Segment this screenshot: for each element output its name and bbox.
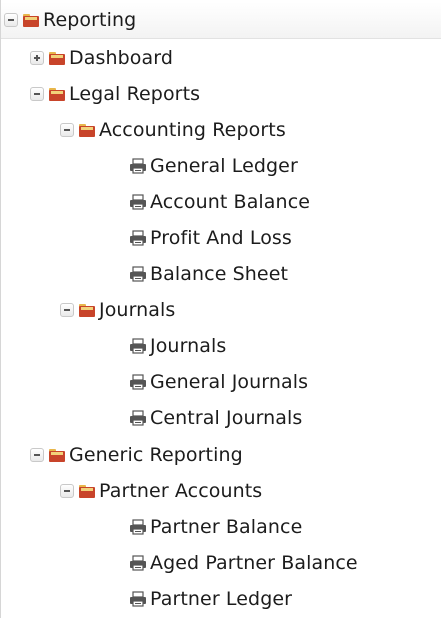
tree-item-reporting[interactable]: Reporting xyxy=(1,2,441,39)
collapse-icon[interactable] xyxy=(60,303,74,317)
folder-icon xyxy=(22,12,40,28)
printer-icon xyxy=(129,555,147,571)
collapse-icon[interactable] xyxy=(30,448,44,462)
tree-item-label: Partner Ledger xyxy=(150,588,293,610)
printer-icon xyxy=(129,194,147,210)
tree-item-label: General Journals xyxy=(150,371,309,393)
collapse-icon[interactable] xyxy=(60,123,74,137)
folder-icon xyxy=(48,86,66,102)
printer-icon xyxy=(129,230,147,246)
collapse-icon[interactable] xyxy=(30,87,44,101)
tree-item-label: Aged Partner Balance xyxy=(150,552,358,574)
tree-item-label: Central Journals xyxy=(150,407,303,429)
printer-icon xyxy=(129,158,147,174)
printer-icon xyxy=(129,519,147,535)
tree-item-label: Balance Sheet xyxy=(150,263,289,285)
tree-item-aged-partner-balance[interactable]: Aged Partner Balance xyxy=(1,545,441,581)
tree-item-label: Journals xyxy=(150,335,227,357)
tree-item-central-journals[interactable]: Central Journals xyxy=(1,400,441,436)
expand-icon[interactable] xyxy=(30,51,44,65)
tree-item-journals[interactable]: Journals xyxy=(1,328,441,364)
printer-icon xyxy=(129,374,147,390)
folder-icon xyxy=(78,122,96,138)
tree-item-label: Partner Accounts xyxy=(99,480,263,502)
collapse-icon[interactable] xyxy=(4,13,18,27)
tree-item-balance-sheet[interactable]: Balance Sheet xyxy=(1,256,441,292)
report-tree: Reporting Dashboard Legal Reports Accoun… xyxy=(0,0,441,618)
printer-icon xyxy=(129,338,147,354)
tree-item-general-ledger[interactable]: General Ledger xyxy=(1,148,441,184)
tree-item-profit-and-loss[interactable]: Profit And Loss xyxy=(1,220,441,256)
tree-item-label: Reporting xyxy=(43,9,137,31)
tree-item-label: General Ledger xyxy=(150,155,298,177)
printer-icon xyxy=(129,410,147,426)
tree-item-label: Partner Balance xyxy=(150,516,303,538)
printer-icon xyxy=(129,266,147,282)
tree-item-label: Profit And Loss xyxy=(150,227,292,249)
collapse-icon[interactable] xyxy=(60,484,74,498)
tree-item-label: Dashboard xyxy=(69,47,173,69)
tree-item-journals-folder[interactable]: Journals xyxy=(1,292,441,328)
tree-item-label: Accounting Reports xyxy=(99,119,286,141)
tree-item-legal-reports[interactable]: Legal Reports xyxy=(1,76,441,112)
tree-item-label: Account Balance xyxy=(150,191,311,213)
tree-item-label: Legal Reports xyxy=(69,83,201,105)
folder-icon xyxy=(48,447,66,463)
tree-item-partner-accounts[interactable]: Partner Accounts xyxy=(1,473,441,509)
tree-item-account-balance[interactable]: Account Balance xyxy=(1,184,441,220)
tree-item-accounting-reports[interactable]: Accounting Reports xyxy=(1,112,441,148)
tree-item-generic-reporting[interactable]: Generic Reporting xyxy=(1,437,441,473)
printer-icon xyxy=(129,591,147,607)
tree-item-partner-balance[interactable]: Partner Balance xyxy=(1,509,441,545)
tree-item-label: Journals xyxy=(99,299,176,321)
folder-icon xyxy=(78,483,96,499)
folder-icon xyxy=(48,50,66,66)
tree-item-partner-ledger[interactable]: Partner Ledger xyxy=(1,581,441,617)
tree-item-dashboard[interactable]: Dashboard xyxy=(1,40,441,76)
folder-icon xyxy=(78,302,96,318)
tree-item-general-journals[interactable]: General Journals xyxy=(1,364,441,400)
tree-item-label: Generic Reporting xyxy=(69,444,243,466)
